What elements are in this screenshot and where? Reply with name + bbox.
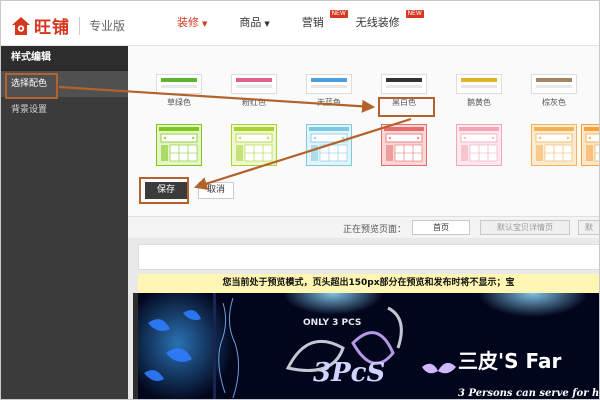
color-scheme-swatch[interactable] xyxy=(531,124,577,166)
preview-tab-more[interactable]: 默 xyxy=(578,220,599,235)
chevron-down-icon: ▼ xyxy=(264,20,270,28)
nav-label: 商品 xyxy=(239,16,262,29)
preview-header-blank xyxy=(138,244,599,270)
nav-item-mobile-decorate[interactable]: 无线装修 NEW xyxy=(340,1,424,45)
new-badge: NEW xyxy=(405,10,424,18)
preview-area: 您当前处于预览模式，页头超出150px部分在预览和发布时将不显示；宝 ONLY … xyxy=(128,238,599,399)
color-scheme-swatch[interactable] xyxy=(231,74,277,94)
color-scheme-swatch[interactable] xyxy=(456,124,502,166)
color-scheme-area: 草绿色 粉红色 天蓝色 黑白色 鹅黄色 棕灰色 保存 取消 xyxy=(128,46,599,216)
banner-image: ONLY 3 PCS 3PcS 三皮'S Far 3 Persons can s… xyxy=(138,293,599,399)
color-scheme-label: 天蓝色 xyxy=(317,98,341,107)
app-window: 旺铺 专业版 装修 ▼ 商品 ▼ 营销 NEW 无线装修 NEW 样式编辑 选择配色… xyxy=(0,0,600,400)
sidebar: 样式编辑 选择配色 背景设置 xyxy=(1,46,128,399)
banner-brand: 三皮'S Far xyxy=(458,349,561,373)
top-bar: 旺铺 专业版 装修 ▼ 商品 ▼ 营销 NEW 无线装修 NEW xyxy=(1,1,599,46)
sidebar-item-choose-colors[interactable]: 选择配色 xyxy=(1,71,128,97)
color-scheme-swatch[interactable] xyxy=(581,124,599,166)
sidebar-title: 样式编辑 xyxy=(1,46,128,71)
color-scheme-swatch[interactable] xyxy=(306,74,352,94)
preview-notice: 您当前处于预览模式，页头超出150px部分在预览和发布时将不显示；宝 xyxy=(138,274,599,293)
color-scheme-swatch[interactable] xyxy=(306,124,352,166)
color-scheme-swatch[interactable] xyxy=(231,124,277,166)
color-scheme-label: 黑白色 xyxy=(392,98,416,107)
banner-slogan: 3 Persons can serve for hu xyxy=(458,388,599,399)
preview-label: 正在预览页面： xyxy=(343,225,407,235)
logo-divider xyxy=(79,16,80,35)
color-scheme-swatch[interactable] xyxy=(456,74,502,94)
main-panel: 草绿色 粉红色 天蓝色 黑白色 鹅黄色 棕灰色 保存 取消 正在预览页面： 首页 默认宝贝… xyxy=(128,46,599,399)
color-scheme-swatch[interactable] xyxy=(381,74,427,94)
logo[interactable]: 旺铺 专业版 xyxy=(11,13,125,38)
preview-bar: 正在预览页面： 首页 默认宝贝详情页 默 xyxy=(128,216,599,239)
chevron-down-icon: ▼ xyxy=(202,20,208,28)
shop-banner: ONLY 3 PCS 3PcS 三皮'S Far 3 Persons can s… xyxy=(138,293,599,399)
nav-label: 无线装修 xyxy=(355,16,400,29)
nav-label: 营销 xyxy=(301,16,324,29)
preview-tab-home[interactable]: 首页 xyxy=(412,220,470,235)
save-button[interactable]: 保存 xyxy=(145,182,187,199)
sidebar-item-background[interactable]: 背景设置 xyxy=(1,97,128,123)
house-logo-icon xyxy=(11,16,31,36)
main-nav: 装修 ▼ 商品 ▼ 营销 NEW 无线装修 NEW xyxy=(161,1,424,45)
color-scheme-swatch[interactable] xyxy=(381,124,427,166)
color-scheme-label: 草绿色 xyxy=(167,98,191,107)
edition-label: 专业版 xyxy=(89,19,126,33)
color-scheme-label: 棕灰色 xyxy=(542,98,566,107)
banner-logo-text: 3PcS xyxy=(313,358,385,388)
banner-tagline: ONLY 3 PCS xyxy=(303,318,361,328)
color-scheme-label: 粉红色 xyxy=(242,98,266,107)
cancel-button[interactable]: 取消 xyxy=(198,182,234,199)
nav-item-decorate[interactable]: 装修 ▼ xyxy=(161,1,223,45)
color-scheme-swatch[interactable] xyxy=(156,74,202,94)
nav-item-products[interactable]: 商品 ▼ xyxy=(223,1,285,45)
color-scheme-swatch[interactable] xyxy=(531,74,577,94)
color-scheme-label: 鹅黄色 xyxy=(467,98,491,107)
color-scheme-swatch[interactable] xyxy=(156,124,202,166)
preview-tab-item-detail[interactable]: 默认宝贝详情页 xyxy=(480,220,570,235)
nav-label: 装修 xyxy=(177,16,199,29)
logo-name: 旺铺 xyxy=(34,18,70,38)
nav-item-marketing[interactable]: 营销 NEW xyxy=(286,1,348,45)
